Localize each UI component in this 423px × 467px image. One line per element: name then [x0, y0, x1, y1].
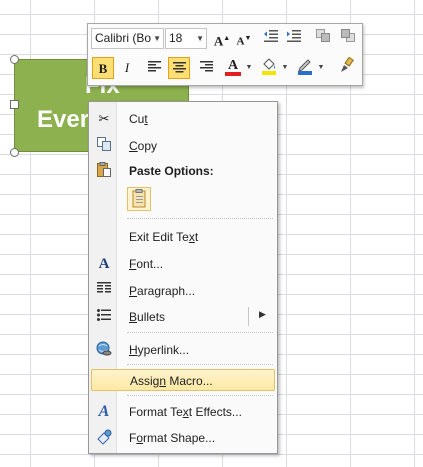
menu-item-hyperlink-label: Hyperlink... — [129, 343, 190, 357]
menu-item-format-shape[interactable]: Format Shape... — [91, 427, 275, 449]
context-menu: ✂ Cut Copy Paste Options: Exit Edit Text… — [88, 101, 278, 454]
chevron-down-icon: ▼ — [196, 34, 204, 43]
font-name-combo[interactable]: Calibri (Bo ▼ — [91, 28, 164, 49]
font-color-swatch — [225, 72, 241, 76]
mini-toolbar: Calibri (Bo ▼ 18 ▼ A▲ A▼ B I A ▼ ▼ ▼ — [87, 23, 363, 86]
menu-item-cut-label: Cut — [129, 112, 148, 126]
shrink-font-button[interactable]: A▼ — [233, 27, 255, 49]
font-size-combo[interactable]: 18 ▼ — [165, 28, 207, 49]
paste-keep-text-only-button[interactable] — [127, 187, 151, 211]
shape-outline-button[interactable] — [294, 57, 316, 79]
shape-outline-dropdown[interactable]: ▼ — [317, 57, 325, 79]
menu-item-copy-label: Copy — [129, 139, 158, 153]
menu-item-hyperlink[interactable]: Hyperlink... — [91, 339, 275, 361]
menu-item-paste-options: Paste Options: — [91, 160, 275, 182]
increase-indent-icon — [287, 30, 301, 42]
paste-clipboard-icon — [132, 189, 146, 208]
submenu-arrow-icon[interactable]: ▶ — [259, 309, 266, 320]
send-backward-icon — [341, 29, 355, 42]
bring-forward-button[interactable] — [312, 27, 334, 49]
align-center-button[interactable] — [168, 57, 190, 79]
menu-item-copy[interactable]: Copy — [91, 135, 275, 157]
resize-handle-left[interactable] — [10, 100, 19, 109]
clipboard-icon — [95, 162, 113, 180]
send-backward-button[interactable] — [337, 27, 359, 49]
menu-item-paragraph[interactable]: Paragraph... — [91, 280, 275, 302]
menu-separator — [127, 364, 273, 365]
align-right-icon — [199, 61, 213, 72]
italic-icon: I — [124, 60, 130, 75]
align-center-icon — [172, 62, 186, 73]
menu-item-format-text-effects-label: Format Text Effects... — [129, 405, 242, 419]
menu-item-exit-edit-text-label: Exit Edit Text — [129, 230, 199, 244]
decrease-indent-icon — [264, 30, 278, 42]
menu-item-bullets-label: Bullets — [129, 310, 166, 324]
menu-separator — [127, 332, 273, 333]
submenu-divider — [248, 307, 249, 326]
bring-forward-icon — [316, 29, 330, 42]
paste-options-heading: Paste Options: — [129, 164, 214, 178]
paint-bucket-icon — [262, 58, 276, 75]
scissors-icon: ✂ — [98, 111, 110, 126]
paragraph-icon — [95, 282, 113, 300]
resize-handle-top-left[interactable] — [10, 55, 19, 64]
menu-item-font-label: Font... — [129, 257, 164, 271]
grow-font-button[interactable]: A▲ — [211, 27, 233, 49]
resize-handle-bottom-left[interactable] — [10, 148, 19, 157]
italic-button[interactable]: I — [116, 57, 138, 79]
font-size-value: 18 — [169, 31, 183, 45]
format-painter-button[interactable] — [336, 56, 358, 79]
align-left-icon — [147, 61, 161, 72]
menu-item-cut[interactable]: ✂ Cut — [91, 108, 275, 130]
bullets-icon — [95, 308, 113, 326]
menu-item-assign-macro[interactable]: Assign Macro... — [91, 369, 275, 391]
menu-separator — [127, 218, 273, 219]
paintbrush-icon — [341, 56, 354, 72]
chevron-down-icon: ▼ — [153, 34, 161, 43]
menu-item-paragraph-label: Paragraph... — [129, 284, 196, 298]
font-color-button[interactable]: A — [222, 55, 244, 77]
font-color-icon: A — [227, 58, 239, 73]
text-effects-icon: A — [98, 403, 110, 420]
font-color-dropdown[interactable]: ▼ — [245, 57, 253, 79]
increase-indent-button[interactable] — [283, 27, 305, 49]
grow-font-icon: A — [213, 33, 224, 49]
align-right-button[interactable] — [195, 57, 217, 79]
bold-icon: B — [98, 61, 108, 76]
hyperlink-icon — [95, 341, 113, 359]
align-left-button[interactable] — [143, 57, 165, 79]
shrink-font-icon: A — [236, 35, 245, 48]
decrease-indent-button[interactable] — [260, 27, 282, 49]
pencil-icon — [298, 59, 312, 75]
copy-icon — [95, 137, 113, 155]
shape-fill-button[interactable] — [258, 57, 280, 79]
menu-item-format-shape-label: Format Shape... — [129, 431, 216, 445]
shape-fill-dropdown[interactable]: ▼ — [281, 57, 289, 79]
font-name-value: Calibri (Bo — [95, 31, 152, 45]
menu-item-exit-edit-text[interactable]: Exit Edit Text — [91, 226, 275, 248]
bold-button[interactable]: B — [92, 57, 114, 79]
format-shape-icon — [95, 429, 113, 447]
font-icon: A — [98, 256, 110, 272]
menu-item-font[interactable]: A Font... — [91, 253, 275, 275]
menu-separator — [127, 395, 273, 396]
menu-item-assign-macro-label: Assign Macro... — [130, 374, 213, 388]
menu-item-format-text-effects[interactable]: A Format Text Effects... — [91, 401, 275, 423]
menu-item-bullets[interactable]: Bullets ▶ — [91, 306, 275, 328]
shape-text-line-2: Ever — [37, 106, 90, 133]
